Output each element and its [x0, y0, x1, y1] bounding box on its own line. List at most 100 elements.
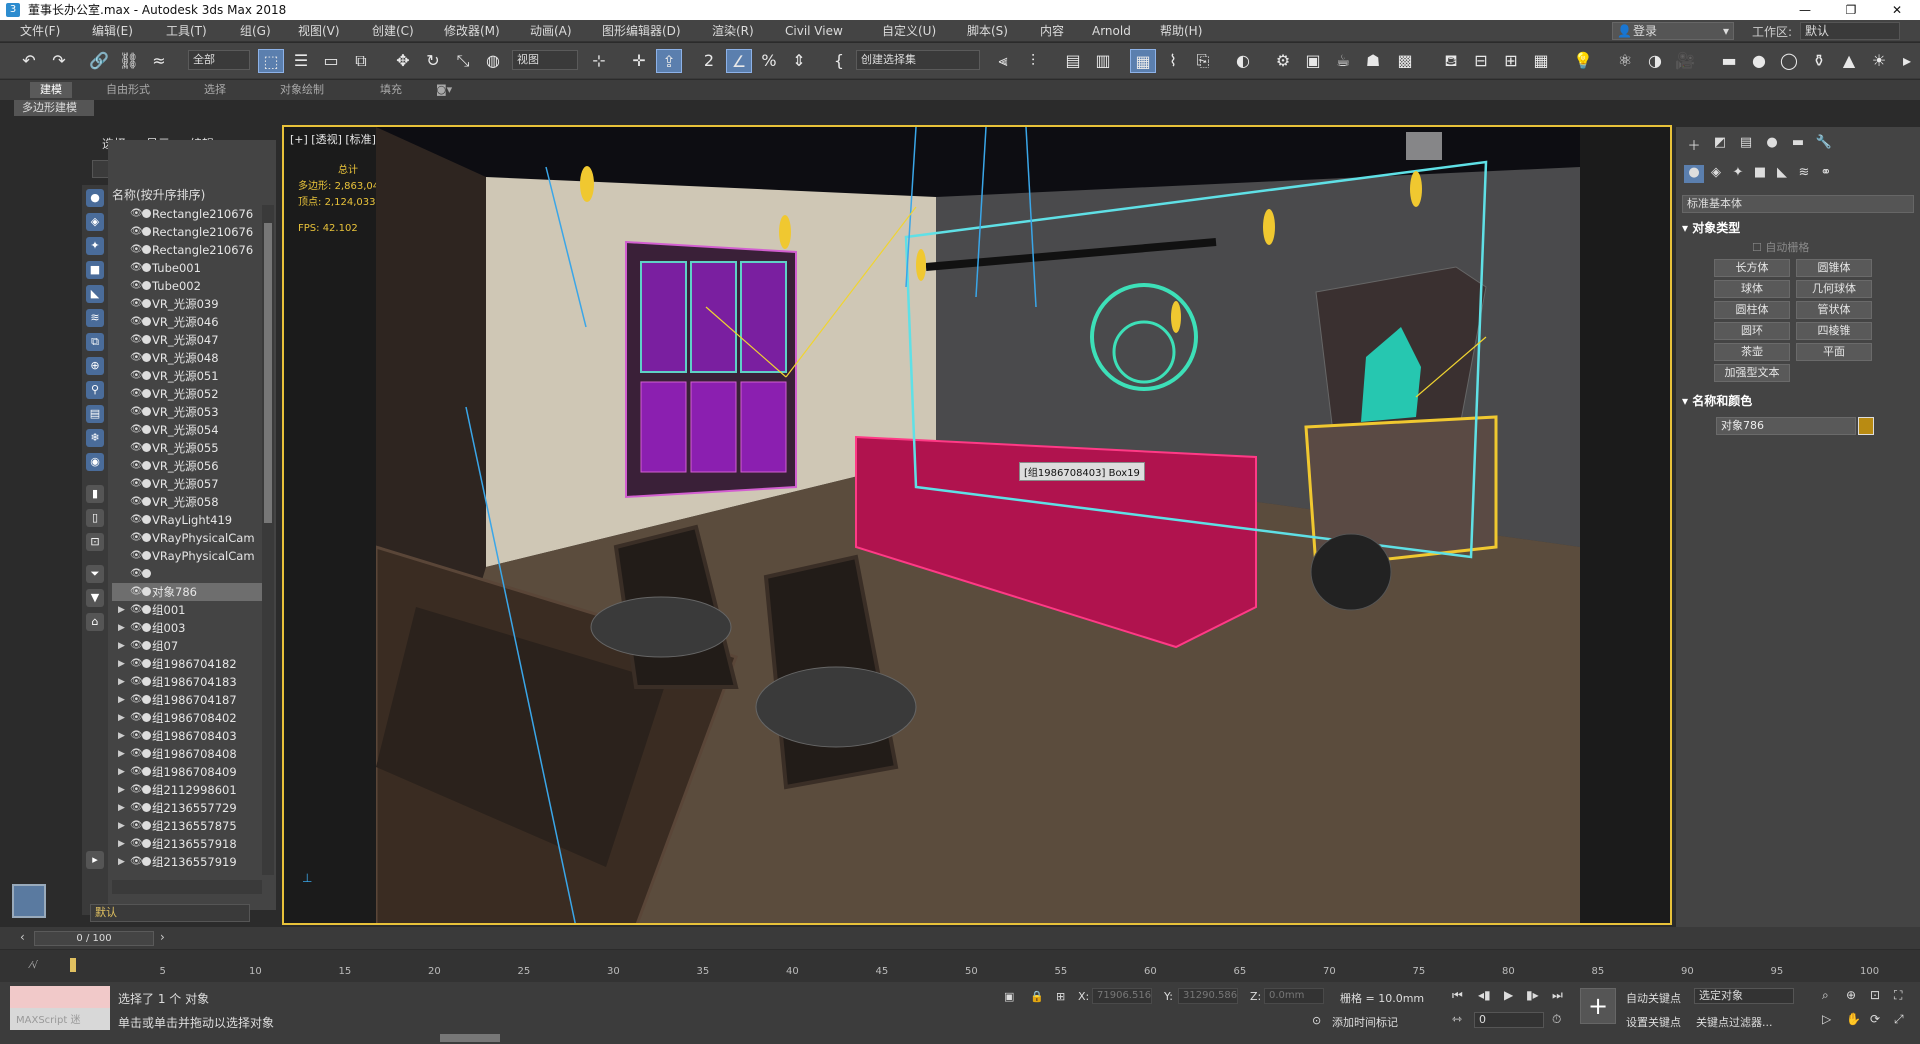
move-icon[interactable]: ✥ [390, 49, 416, 73]
rotate-icon[interactable]: ↻ [420, 49, 446, 73]
expand-arrow-icon[interactable]: ▶ [118, 727, 125, 745]
explorer-item[interactable]: ▶ 👁 组2136557919 [112, 853, 262, 871]
zoom-all-icon[interactable]: ⊕ [1846, 988, 1856, 1002]
ribbon-sub-polygon-modeling[interactable]: 多边形建模 [14, 100, 94, 116]
link-icon[interactable]: 🔗 [86, 49, 112, 73]
expand-arrow-icon[interactable]: ▶ [118, 637, 125, 655]
object-name-field[interactable]: 对象786 [1716, 417, 1856, 435]
menu-content[interactable]: 内容 [1040, 23, 1064, 39]
object-color-swatch[interactable] [1858, 417, 1874, 435]
viewport-layout-icon[interactable] [12, 884, 46, 918]
layer-dropdown[interactable]: 默认 [90, 904, 250, 922]
redo-icon[interactable]: ↷ [46, 49, 72, 73]
display-tab-icon[interactable]: ▬ [1788, 135, 1808, 153]
visibility-eye-icon[interactable]: 👁 [130, 439, 143, 457]
visibility-eye-icon[interactable]: 👁 [130, 745, 143, 763]
teapot-button[interactable]: 茶壶 [1714, 343, 1790, 361]
explorer-item[interactable]: ▶ 👁 组001 [112, 601, 262, 619]
visibility-eye-icon[interactable]: 👁 [130, 349, 143, 367]
orbit-icon[interactable]: ⟳ [1870, 1012, 1880, 1026]
toggle-scene-explorer-icon[interactable]: ▤ [1060, 49, 1086, 73]
zoom-extents-all-icon[interactable]: ⛶ [1894, 988, 1902, 1003]
curve-editor-icon[interactable]: ⌇ [1160, 49, 1186, 73]
menu-customize[interactable]: 自定义(U) [882, 23, 936, 39]
visibility-eye-icon[interactable]: 👁 [130, 475, 143, 493]
helpers-icon[interactable]: ◣ [1772, 165, 1792, 183]
cylinder-button[interactable]: 圆柱体 [1714, 301, 1790, 319]
set-key-icon[interactable]: + [1580, 988, 1616, 1024]
absolute-mode-icon[interactable]: ⊞ [1056, 990, 1065, 1003]
lights-icon[interactable]: ✦ [1728, 165, 1748, 183]
visibility-eye-icon[interactable]: 👁 [130, 457, 143, 475]
explorer-item[interactable]: 👁 VR_光源056 [112, 457, 262, 475]
key-mode-icon[interactable]: ⇿ [1452, 1012, 1462, 1026]
expand-arrow-icon[interactable]: ▶ [118, 601, 125, 619]
render-setup-icon[interactable]: ⚙ [1270, 49, 1296, 73]
explorer-item[interactable]: 👁 VRayPhysicalCam [112, 547, 262, 565]
explorer-item[interactable]: 👁 VR_光源058 [112, 493, 262, 511]
rendered-frame-icon[interactable]: ▣ [1300, 49, 1326, 73]
explorer-name-header[interactable]: 名称(按升序排序) [112, 186, 205, 203]
explorer-item[interactable]: 👁 VR_光源039 [112, 295, 262, 313]
visibility-eye-icon[interactable]: 👁 [130, 529, 143, 547]
render-iterative-icon[interactable]: ☗ [1360, 49, 1386, 73]
toggle-ribbon-icon[interactable]: ▦ [1130, 49, 1156, 73]
visibility-eye-icon[interactable]: 👁 [130, 817, 143, 835]
close-button[interactable]: ✕ [1874, 0, 1920, 20]
teapot-render-icon[interactable]: ⛾ [1438, 49, 1464, 73]
visibility-eye-icon[interactable]: 👁 [130, 583, 143, 601]
fov-icon[interactable]: ▷ [1822, 1012, 1831, 1026]
scale-icon[interactable]: ⤡ [450, 49, 476, 73]
autogrid-checkbox[interactable]: ☐ 自动栅格 [1752, 239, 1809, 255]
keyboard-shortcut-icon[interactable]: ⇪ [656, 49, 682, 73]
current-frame-field[interactable]: 0 [1474, 1012, 1544, 1028]
geosphere-button[interactable]: 几何球体 [1796, 280, 1872, 298]
zoom-extents-icon[interactable]: ⊡ [1870, 988, 1880, 1002]
undo-icon[interactable]: ↶ [16, 49, 42, 73]
time-slider[interactable]: ‹ 0 / 100 › [0, 927, 1920, 949]
systems-icon[interactable]: ⚭ [1816, 165, 1836, 183]
explorer-item[interactable]: 👁 VR_光源053 [112, 403, 262, 421]
expand-arrow-icon[interactable]: ▶ [118, 781, 125, 799]
goto-end-icon[interactable]: ⏭ [1552, 988, 1563, 1003]
angle-snap-icon[interactable]: ∠ [726, 49, 752, 73]
spacewarps-icon[interactable]: ≋ [1794, 165, 1814, 183]
category-dropdown[interactable]: 标准基本体 [1682, 195, 1914, 213]
explorer-item[interactable]: ▶ 👁 组1986704183 [112, 673, 262, 691]
hierarchy-tab-icon[interactable]: ▤ [1736, 135, 1756, 153]
bind-space-warp-icon[interactable]: ≈ [146, 49, 172, 73]
schematic-view-icon[interactable]: ⎘ [1190, 49, 1216, 73]
display-cameras-icon[interactable]: ■ [86, 261, 104, 279]
explorer-item[interactable]: 👁 Rectangle210676 [112, 205, 262, 223]
spinner-snap-icon[interactable]: ⇕ [786, 49, 812, 73]
explorer-item[interactable]: 👁 VR_光源057 [112, 475, 262, 493]
select-by-name-icon[interactable]: ☰ [288, 49, 314, 73]
z-coord-field[interactable]: 0.0mm [1264, 988, 1324, 1004]
visibility-eye-icon[interactable]: 👁 [130, 385, 143, 403]
menu-views[interactable]: 视图(V) [298, 23, 340, 39]
maximize-viewport-icon[interactable]: ⤢ [1894, 1012, 1904, 1027]
visibility-eye-icon[interactable]: 👁 [130, 565, 143, 583]
display-frozen-icon[interactable]: ◉ [86, 453, 104, 471]
align-icon[interactable]: ⫶ [1020, 49, 1046, 73]
explorer-item[interactable]: ▶ 👁 组07 [112, 637, 262, 655]
window-crossing-icon[interactable]: ⧉ [348, 49, 374, 73]
track-bar[interactable]: ⁄√ 5 10 15 20 25 30 35 40 45 50 55 60 65 70 75 80 85 90 95… [0, 950, 1920, 982]
more-tools-icon[interactable]: ▸ [1894, 49, 1920, 73]
visibility-eye-icon[interactable]: 👁 [130, 295, 143, 313]
expand-arrow-icon[interactable]: ▶ [118, 709, 125, 727]
display-geometry-icon[interactable]: ● [86, 189, 104, 207]
goto-start-icon[interactable]: ⏮ [1452, 988, 1463, 1003]
textplus-button[interactable]: 加强型文本 [1714, 364, 1790, 382]
utilities-tab-icon[interactable]: 🔧 [1814, 135, 1834, 153]
display-all-icon[interactable]: ▮ [86, 485, 104, 503]
menu-rendering[interactable]: 渲染(R) [712, 23, 754, 39]
tube-button[interactable]: 管状体 [1796, 301, 1872, 319]
percent-snap-icon[interactable]: % [756, 49, 782, 73]
box-button[interactable]: 长方体 [1714, 259, 1790, 277]
prev-key-icon[interactable]: ◂▮ [1478, 988, 1491, 1002]
visibility-eye-icon[interactable]: 👁 [130, 655, 143, 673]
selected-object-dropdown[interactable]: 选定对象 [1694, 988, 1794, 1004]
display-bones-icon[interactable]: ⚲ [86, 381, 104, 399]
vray-camera-icon[interactable]: 🎥 [1672, 49, 1698, 73]
